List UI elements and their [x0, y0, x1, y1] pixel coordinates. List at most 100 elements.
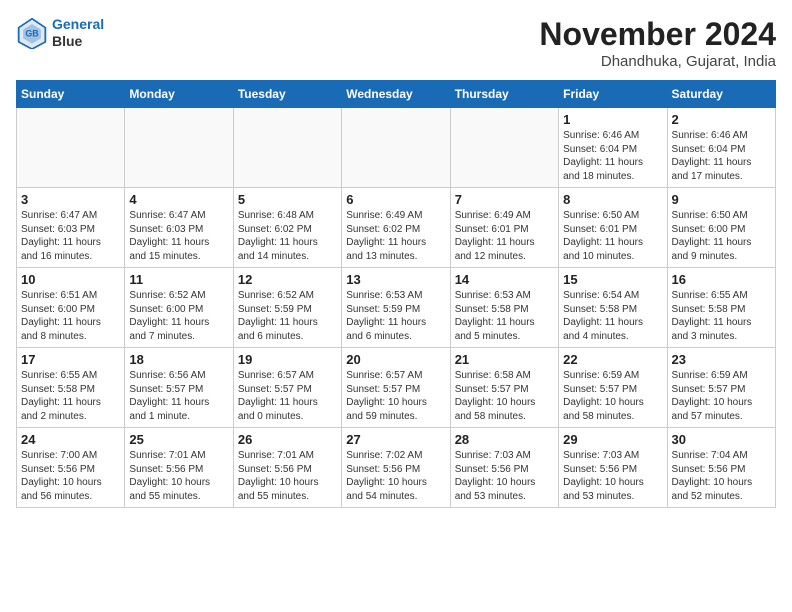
day-number: 26 [238, 432, 337, 447]
day-number: 20 [346, 352, 445, 367]
day-cell: 14Sunrise: 6:53 AM Sunset: 5:58 PM Dayli… [450, 268, 558, 348]
day-cell: 25Sunrise: 7:01 AM Sunset: 5:56 PM Dayli… [125, 428, 233, 508]
day-info: Sunrise: 6:51 AM Sunset: 6:00 PM Dayligh… [21, 289, 120, 343]
day-number: 19 [238, 352, 337, 367]
day-info: Sunrise: 7:00 AM Sunset: 5:56 PM Dayligh… [21, 449, 120, 503]
day-info: Sunrise: 6:57 AM Sunset: 5:57 PM Dayligh… [346, 369, 445, 423]
day-cell: 24 Sunrise: 7:00 AM Sunset: 5:56 PM Dayli… [17, 428, 125, 508]
day-info: Sunrise: 6:52 AM Sunset: 5:59 PM Dayligh… [238, 289, 337, 343]
logo-line1: General [52, 16, 104, 32]
day-info: Sunrise: 6:48 AM Sunset: 6:02 PM Dayligh… [238, 209, 337, 263]
logo: GB General Blue [16, 16, 104, 50]
day-number: 5 [238, 192, 337, 207]
day-cell: 9 Sunrise: 6:50 AM Sunset: 6:00 PM Daylig… [667, 188, 775, 268]
day-cell: 18 Sunrise: 6:56 AM Sunset: 5:57 PM Dayli… [125, 348, 233, 428]
day-cell: 11 Sunrise: 6:52 AM Sunset: 6:00 PM Dayli… [125, 268, 233, 348]
day-number: 4 [129, 192, 228, 207]
day-cell: 15 Sunrise: 6:54 AM Sunset: 5:58 PM Dayli… [559, 268, 667, 348]
day-info: Sunrise: 7:04 AM Sunset: 5:56 PM Dayligh… [672, 449, 771, 503]
day-number: 18 [129, 352, 228, 367]
svg-text:GB: GB [25, 28, 38, 38]
day-cell: 12 Sunrise: 6:52 AM Sunset: 5:59 PM Dayli… [233, 268, 341, 348]
week-row-4: 24 Sunrise: 7:00 AM Sunset: 5:56 PM Dayli… [17, 428, 776, 508]
day-cell: 16 Sunrise: 6:55 AM Sunset: 5:58 PM Dayli… [667, 268, 775, 348]
day-cell: 29Sunrise: 7:03 AM Sunset: 5:56 PM Dayli… [559, 428, 667, 508]
day-info: Sunrise: 6:50 AM Sunset: 6:00 PM Dayligh… [672, 209, 771, 263]
day-info: Sunrise: 6:58 AM Sunset: 5:57 PM Dayligh… [455, 369, 554, 423]
calendar-table: SundayMondayTuesdayWednesdayThursdayFrid… [16, 80, 776, 508]
day-info: Sunrise: 6:59 AM Sunset: 5:57 PM Dayligh… [563, 369, 662, 423]
day-info: Sunrise: 6:46 AM Sunset: 6:04 PM Dayligh… [672, 129, 771, 183]
day-cell [342, 108, 450, 188]
day-info: Sunrise: 7:03 AM Sunset: 5:56 PM Dayligh… [563, 449, 662, 503]
day-number: 3 [21, 192, 120, 207]
day-cell: 30 Sunrise: 7:04 AM Sunset: 5:56 PM Dayli… [667, 428, 775, 508]
day-info: Sunrise: 6:46 AM Sunset: 6:04 PM Dayligh… [563, 129, 662, 183]
week-row-1: 3 Sunrise: 6:47 AM Sunset: 6:03 PM Daylig… [17, 188, 776, 268]
day-cell: 3 Sunrise: 6:47 AM Sunset: 6:03 PM Daylig… [17, 188, 125, 268]
day-number: 11 [129, 272, 228, 287]
day-info: Sunrise: 6:54 AM Sunset: 5:58 PM Dayligh… [563, 289, 662, 343]
day-cell: 4Sunrise: 6:47 AM Sunset: 6:03 PM Daylig… [125, 188, 233, 268]
day-info: Sunrise: 6:49 AM Sunset: 6:01 PM Dayligh… [455, 209, 554, 263]
weekday-header-monday: Monday [125, 81, 233, 108]
day-info: Sunrise: 6:56 AM Sunset: 5:57 PM Dayligh… [129, 369, 228, 423]
day-cell: 23 Sunrise: 6:59 AM Sunset: 5:57 PM Dayli… [667, 348, 775, 428]
day-number: 10 [21, 272, 120, 287]
day-number: 12 [238, 272, 337, 287]
day-info: Sunrise: 7:01 AM Sunset: 5:56 PM Dayligh… [238, 449, 337, 503]
week-row-0: 1 Sunrise: 6:46 AM Sunset: 6:04 PM Daylig… [17, 108, 776, 188]
day-info: Sunrise: 6:55 AM Sunset: 5:58 PM Dayligh… [21, 369, 120, 423]
page-header: GB General Blue November 2024 Dhandhuka,… [16, 16, 776, 70]
day-number: 6 [346, 192, 445, 207]
day-number: 2 [672, 112, 771, 127]
day-info: Sunrise: 6:47 AM Sunset: 6:03 PM Dayligh… [21, 209, 120, 263]
day-cell: 28 Sunrise: 7:03 AM Sunset: 5:56 PM Dayli… [450, 428, 558, 508]
day-cell: 22 Sunrise: 6:59 AM Sunset: 5:57 PM Dayli… [559, 348, 667, 428]
day-cell: 5 Sunrise: 6:48 AM Sunset: 6:02 PM Daylig… [233, 188, 341, 268]
week-row-2: 10 Sunrise: 6:51 AM Sunset: 6:00 PM Dayli… [17, 268, 776, 348]
day-number: 28 [455, 432, 554, 447]
day-info: Sunrise: 6:59 AM Sunset: 5:57 PM Dayligh… [672, 369, 771, 423]
day-number: 15 [563, 272, 662, 287]
day-number: 17 [21, 352, 120, 367]
day-cell [17, 108, 125, 188]
day-info: Sunrise: 7:03 AM Sunset: 5:56 PM Dayligh… [455, 449, 554, 503]
day-number: 8 [563, 192, 662, 207]
weekday-header-tuesday: Tuesday [233, 81, 341, 108]
day-info: Sunrise: 6:49 AM Sunset: 6:02 PM Dayligh… [346, 209, 445, 263]
day-cell: 6 Sunrise: 6:49 AM Sunset: 6:02 PM Daylig… [342, 188, 450, 268]
day-cell: 26 Sunrise: 7:01 AM Sunset: 5:56 PM Dayli… [233, 428, 341, 508]
month-title: November 2024 [539, 16, 776, 53]
day-info: Sunrise: 6:52 AM Sunset: 6:00 PM Dayligh… [129, 289, 228, 343]
day-info: Sunrise: 6:53 AM Sunset: 5:59 PM Dayligh… [346, 289, 445, 343]
day-cell: 1 Sunrise: 6:46 AM Sunset: 6:04 PM Daylig… [559, 108, 667, 188]
day-number: 23 [672, 352, 771, 367]
day-number: 22 [563, 352, 662, 367]
day-cell [233, 108, 341, 188]
title-block: November 2024 Dhandhuka, Gujarat, India [539, 16, 776, 70]
day-number: 30 [672, 432, 771, 447]
day-cell: 20 Sunrise: 6:57 AM Sunset: 5:57 PM Dayli… [342, 348, 450, 428]
day-number: 7 [455, 192, 554, 207]
day-cell [450, 108, 558, 188]
day-number: 9 [672, 192, 771, 207]
day-cell: 2 Sunrise: 6:46 AM Sunset: 6:04 PM Daylig… [667, 108, 775, 188]
day-cell: 10 Sunrise: 6:51 AM Sunset: 6:00 PM Dayli… [17, 268, 125, 348]
day-cell: 21 Sunrise: 6:58 AM Sunset: 5:57 PM Dayli… [450, 348, 558, 428]
logo-icon: GB [16, 17, 48, 49]
weekday-header-row: SundayMondayTuesdayWednesdayThursdayFrid… [17, 81, 776, 108]
day-cell: 19Sunrise: 6:57 AM Sunset: 5:57 PM Dayli… [233, 348, 341, 428]
location: Dhandhuka, Gujarat, India [539, 53, 776, 70]
day-number: 27 [346, 432, 445, 447]
day-number: 16 [672, 272, 771, 287]
day-number: 24 [21, 432, 120, 447]
day-cell [125, 108, 233, 188]
day-cell: 7 Sunrise: 6:49 AM Sunset: 6:01 PM Daylig… [450, 188, 558, 268]
day-info: Sunrise: 6:55 AM Sunset: 5:58 PM Dayligh… [672, 289, 771, 343]
day-number: 1 [563, 112, 662, 127]
weekday-header-friday: Friday [559, 81, 667, 108]
day-number: 21 [455, 352, 554, 367]
day-cell: 8Sunrise: 6:50 AM Sunset: 6:01 PM Daylig… [559, 188, 667, 268]
day-info: Sunrise: 7:01 AM Sunset: 5:56 PM Dayligh… [129, 449, 228, 503]
